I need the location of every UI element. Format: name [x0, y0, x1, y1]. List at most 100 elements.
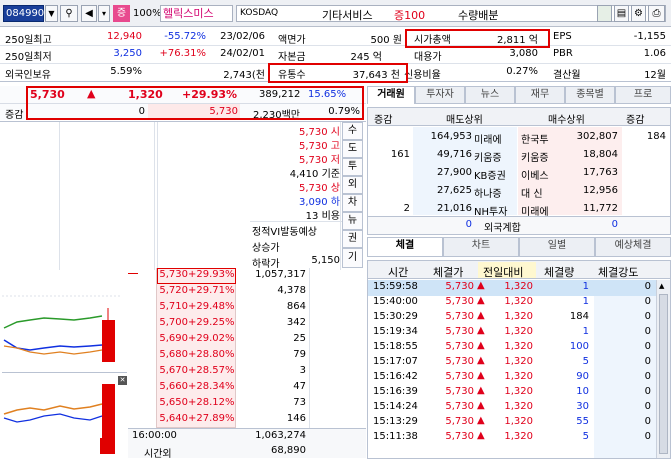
broker-h2: 매도상위: [446, 115, 483, 126]
vtab-chart[interactable]: 차: [342, 194, 363, 212]
vtab-invest[interactable]: 투: [342, 158, 363, 176]
trade-cell: 5,730: [445, 386, 474, 397]
broker-h4: 증감: [626, 115, 645, 126]
vi-up-label: 상승가: [252, 243, 280, 254]
info-row: 250일최고 12,940 -55.72% 23/02/06 액면가 500 원…: [0, 29, 671, 46]
trade-cell: 1,320: [504, 356, 533, 367]
trade-cell: 5,730: [445, 431, 474, 442]
market-name: KOSDAQ: [240, 8, 279, 18]
scroll-thumb[interactable]: [659, 294, 668, 454]
info-label: 250일최고: [5, 35, 52, 46]
trade-cell: 15:13:29: [373, 416, 418, 427]
trade-cell: 1,320: [504, 281, 533, 292]
chart-divider: [2, 372, 127, 373]
trade-row[interactable]: 15:19:34 5,730 ▲ 1,320 1 0: [367, 325, 655, 341]
trade-row[interactable]: 15:11:38 5,730 ▲ 1,320 5 0: [367, 430, 655, 446]
trade-cell: 1,320: [504, 326, 533, 337]
trades-rows: 15:59:58 5,730 ▲ 1,320 1 0 15:40:00 5,730 ▲ 1,32…: [367, 280, 655, 459]
info-label: 자본금: [278, 52, 306, 63]
dropdown-arrow-icon[interactable]: ▼: [45, 5, 58, 22]
broker-h3: 매수상위: [548, 115, 585, 126]
summary-row: 13 비용: [305, 211, 340, 222]
trade-cell: 0: [644, 341, 651, 352]
panel-icon[interactable]: [597, 5, 612, 22]
ob-change: +29.25%: [188, 317, 235, 328]
tab-news[interactable]: 뉴스: [465, 86, 515, 104]
print-icon[interactable]: ⎙: [648, 5, 665, 22]
vtab-rights[interactable]: 권: [342, 230, 363, 248]
tab-by-item[interactable]: 종목별: [565, 86, 615, 104]
trade-row[interactable]: 15:13:29 5,730 ▲ 1,320 55 0: [367, 415, 655, 431]
vtab-sell[interactable]: 수: [342, 122, 363, 140]
vtab-foreign[interactable]: 외: [342, 176, 363, 194]
broker-sell-qty: 27,900: [437, 167, 472, 178]
trade-row[interactable]: 15:14:24 5,730 ▲ 1,320 30 0: [367, 400, 655, 416]
trade-cell: 1,320: [504, 296, 533, 307]
trade-cell: 1,320: [504, 431, 533, 442]
tab-finance[interactable]: 재무: [515, 86, 565, 104]
trade-row[interactable]: 15:18:55 5,730 ▲ 1,320 100 0: [367, 340, 655, 356]
scrollbar[interactable]: ▲: [656, 280, 670, 458]
broker-sell-qty: 164,953: [430, 131, 472, 142]
volume-bar: [102, 384, 115, 454]
trade-row[interactable]: 15:40:00 5,730 ▲ 1,320 1 0: [367, 295, 655, 311]
ob-price: 5,710: [159, 301, 188, 312]
ob-after-label: 시간외: [144, 449, 172, 459]
info-rate: +76.31%: [159, 48, 206, 59]
broker-buy-qty: 11,772: [583, 203, 618, 214]
ob-change: +29.93%: [188, 269, 235, 280]
tab-trades[interactable]: 체결: [367, 237, 443, 257]
trade-row[interactable]: 15:17:07 5,730 ▲ 1,320 5 0: [367, 355, 655, 371]
trade-cell: 5,730: [445, 416, 474, 427]
gear-icon[interactable]: ⚙: [631, 5, 646, 22]
tab-chart[interactable]: 차트: [443, 237, 519, 257]
trade-cell: 5,730: [445, 401, 474, 412]
speaker-icon[interactable]: ◀: [81, 5, 97, 22]
ob-qty: 47: [293, 381, 306, 392]
vtab-news[interactable]: 뉴: [342, 212, 363, 230]
trade-cell: 0: [644, 431, 651, 442]
ob-price: 5,690: [159, 333, 188, 344]
info-value: 5.59%: [110, 66, 142, 77]
divider: [0, 45, 671, 46]
list-icon[interactable]: ▤: [614, 5, 629, 22]
info-value: 500 원: [370, 35, 402, 46]
trade-cell: 100: [569, 341, 589, 352]
info-value: 3,250: [113, 48, 142, 59]
trade-cell: 1,320: [504, 416, 533, 427]
highlight-float-shares: [268, 63, 408, 83]
vtab-other[interactable]: 기: [342, 248, 363, 268]
trade-cell: 5,730: [445, 341, 474, 352]
trade-row[interactable]: 15:16:42 5,730 ▲ 1,320 90 0: [367, 370, 655, 386]
menu-arrow-icon[interactable]: ▾: [98, 5, 110, 22]
scroll-up-icon[interactable]: ▲: [659, 282, 664, 290]
tab-program[interactable]: 프로: [615, 86, 671, 104]
broker-sell-qty: 49,716: [437, 149, 472, 160]
broker-sell-name: 미래에: [474, 135, 502, 146]
trade-row[interactable]: 15:59:58 5,730 ▲ 1,320 1 0: [367, 280, 655, 296]
search-icon[interactable]: ⚲: [60, 5, 78, 22]
info-row: 250일최저 3,250 +76.31% 24/02/01 자본금 245 억 …: [0, 46, 671, 63]
tab-daily[interactable]: 일별: [519, 237, 595, 257]
broker-sell-name: 키움증: [474, 153, 502, 164]
broker-sell-diff: 161: [390, 149, 410, 160]
trades-h-time: 시간: [388, 266, 409, 279]
tab-expected[interactable]: 예상체결: [595, 237, 671, 257]
up-arrow-icon: ▲: [477, 325, 485, 336]
broker-sell-diff: 2: [403, 203, 410, 214]
summary-row: 5,730 저: [298, 155, 340, 166]
trade-row[interactable]: 15:30:29 5,730 ▲ 1,320 184 0: [367, 310, 655, 326]
info-value: 12,940: [107, 31, 142, 42]
trade-cell: 15:18:55: [373, 341, 418, 352]
ob-change: +28.12%: [188, 397, 235, 408]
vtab-trade[interactable]: 도: [342, 140, 363, 158]
info-value: -1,155: [633, 31, 666, 42]
summary-row: 3,090 하: [298, 197, 340, 208]
trade-row[interactable]: 15:16:39 5,730 ▲ 1,320 10 0: [367, 385, 655, 401]
ob-change: +29.02%: [188, 333, 235, 344]
stock-name[interactable]: 헬릭스미스: [160, 5, 233, 22]
summary-row: 5,730 시: [298, 127, 340, 138]
tab-broker[interactable]: 거래원: [367, 86, 415, 104]
tab-investor[interactable]: 투자자: [415, 86, 465, 104]
stock-code-input[interactable]: 084990: [3, 5, 44, 22]
